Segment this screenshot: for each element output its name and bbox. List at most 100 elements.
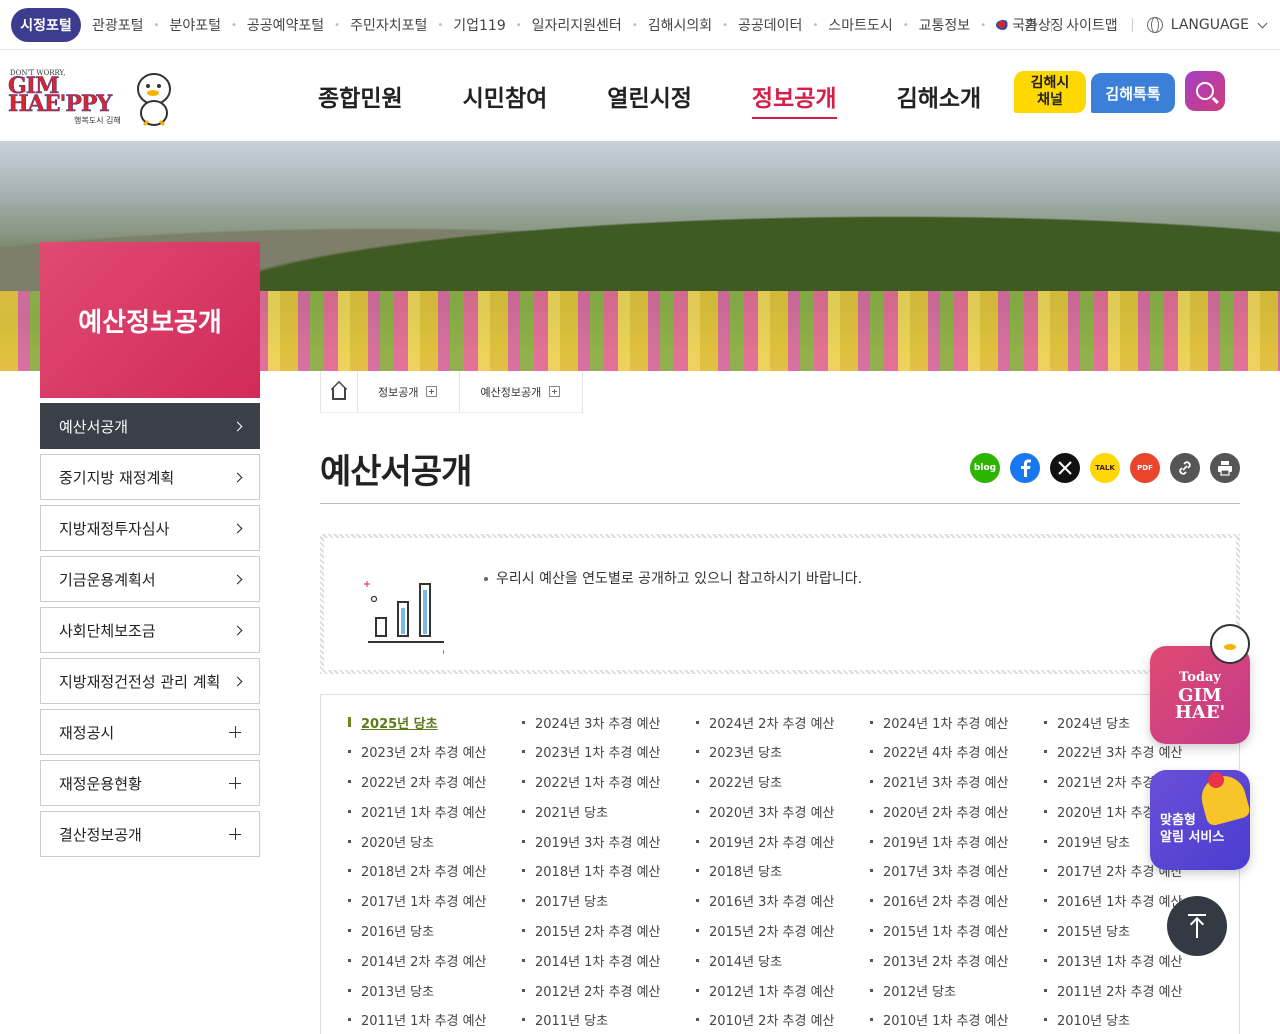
portal-link[interactable]: 관광포털 bbox=[92, 15, 144, 35]
nav-item-open-administration[interactable]: 열린시정 bbox=[607, 79, 692, 113]
portal-links: 관광포털 • 분야포털 • 공공예약포털 • 주민자치포털 • 기업119 • 일자리지원센터 • 김해… bbox=[92, 0, 1064, 50]
budget-link[interactable]: 2019년 3차 추경 예산 bbox=[522, 832, 696, 851]
budget-link[interactable]: 2011년 1차 추경 예산 bbox=[348, 1011, 522, 1029]
nav-item-participation[interactable]: 시민참여 bbox=[463, 79, 548, 113]
budget-link[interactable]: 2020년 3차 추경 예산 bbox=[696, 802, 870, 821]
side-menu-item[interactable]: 기금운용계획서 bbox=[40, 556, 260, 602]
portal-link[interactable]: 분야포털 bbox=[169, 15, 221, 35]
portal-link[interactable]: 일자리지원센터 bbox=[532, 15, 622, 35]
home-link[interactable]: 홈 bbox=[1024, 15, 1037, 35]
budget-link[interactable]: 2016년 2차 추경 예산 bbox=[870, 892, 1044, 910]
budget-link[interactable]: 2012년 당초 bbox=[870, 981, 1044, 1000]
budget-link[interactable]: 2025년 당초 bbox=[348, 713, 522, 732]
divider bbox=[320, 503, 1240, 504]
budget-link[interactable]: 2010년 당초 bbox=[1044, 1011, 1218, 1029]
budget-link[interactable]: 2015년 2차 추경 예산 bbox=[522, 922, 696, 940]
budget-link[interactable]: 2024년 3차 추경 예산 bbox=[522, 713, 696, 732]
budget-link[interactable]: 2019년 2차 추경 예산 bbox=[696, 832, 870, 851]
nav-item-about-gimhae[interactable]: 김해소개 bbox=[897, 79, 982, 113]
budget-link[interactable]: 2023년 1차 추경 예산 bbox=[522, 743, 696, 761]
printer-icon bbox=[1218, 461, 1232, 476]
budget-link[interactable]: 2022년 4차 추경 예산 bbox=[870, 743, 1044, 761]
budget-link[interactable]: 2011년 2차 추경 예산 bbox=[1044, 981, 1218, 1000]
share-buttons: blog TALK PDF bbox=[970, 453, 1250, 483]
custom-alert-service-button[interactable]: 맞춤형 알림 서비스 bbox=[1150, 770, 1252, 870]
budget-link[interactable]: 2015년 1차 추경 예산 bbox=[870, 922, 1044, 940]
scroll-to-top-button[interactable] bbox=[1167, 896, 1227, 956]
budget-link[interactable]: 2023년 2차 추경 예산 bbox=[348, 743, 522, 761]
gimhae-logo[interactable]: DON'T WORRY, GIM HAE'PPY 행복도시 김해 bbox=[8, 69, 178, 129]
side-menu-item[interactable]: 재정운용현황 bbox=[40, 760, 260, 806]
budget-link[interactable]: 2023년 당초 bbox=[696, 743, 870, 761]
side-menu-label: 지방재정건전성 관리 계획 bbox=[59, 672, 221, 691]
portal-link[interactable]: 기업119 bbox=[453, 15, 505, 35]
budget-link[interactable]: 2021년 당초 bbox=[522, 802, 696, 821]
budget-link[interactable]: 2013년 당초 bbox=[348, 981, 522, 1000]
nav-item-civil-service[interactable]: 종합민원 bbox=[318, 79, 403, 113]
budget-link[interactable]: 2016년 당초 bbox=[348, 922, 522, 940]
sitemap-link[interactable]: 사이트맵 bbox=[1066, 15, 1118, 35]
budget-link[interactable]: 2012년 1차 추경 예산 bbox=[696, 981, 870, 1000]
side-menu-item[interactable]: 사회단체보조금 bbox=[40, 607, 260, 653]
budget-link[interactable]: 2017년 3차 추경 예산 bbox=[870, 862, 1044, 880]
budget-link[interactable]: 2018년 당초 bbox=[696, 862, 870, 880]
budget-link[interactable]: 2022년 당초 bbox=[696, 773, 870, 791]
copy-link-button[interactable] bbox=[1170, 453, 1200, 483]
breadcrumb-item[interactable]: 예산정보공개 bbox=[460, 370, 584, 413]
side-menu-item[interactable]: 결산정보공개 bbox=[40, 811, 260, 857]
budget-link[interactable]: 2012년 2차 추경 예산 bbox=[522, 981, 696, 1000]
bar-chart-icon bbox=[364, 581, 444, 655]
budget-link[interactable]: 2014년 2차 추경 예산 bbox=[348, 951, 522, 970]
budget-link[interactable]: 2021년 1차 추경 예산 bbox=[348, 802, 522, 821]
pdf-download-button[interactable]: PDF bbox=[1130, 453, 1160, 483]
nav-item-information-disclosure[interactable]: 정보공개 bbox=[751, 79, 837, 119]
budget-link[interactable]: 2010년 2차 추경 예산 bbox=[696, 1011, 870, 1029]
portal-link[interactable]: 스마트도시 bbox=[828, 15, 892, 35]
budget-link[interactable]: 2022년 2차 추경 예산 bbox=[348, 773, 522, 791]
side-menu-item[interactable]: 지방재정건전성 관리 계획 bbox=[40, 658, 260, 704]
budget-link[interactable]: 2011년 당초 bbox=[522, 1011, 696, 1029]
side-menu-item[interactable]: 재정공시 bbox=[40, 709, 260, 755]
portal-link[interactable]: 주민자치포털 bbox=[350, 15, 427, 35]
budget-link[interactable]: 2018년 2차 추경 예산 bbox=[348, 862, 522, 880]
budget-link[interactable]: 2017년 당초 bbox=[522, 892, 696, 910]
side-menu-item[interactable]: 중기지방 재정계획 bbox=[40, 454, 260, 500]
gimhae-talk-button[interactable]: 김해톡톡 bbox=[1091, 73, 1175, 113]
budget-link[interactable]: 2021년 3차 추경 예산 bbox=[870, 773, 1044, 791]
budget-link[interactable]: 2024년 2차 추경 예산 bbox=[696, 713, 870, 732]
side-menu-item[interactable]: 지방재정투자심사 bbox=[40, 505, 260, 551]
budget-link[interactable]: 2017년 1차 추경 예산 bbox=[348, 892, 522, 910]
budget-link[interactable]: 2022년 3차 추경 예산 bbox=[1044, 743, 1218, 761]
portal-link[interactable]: 공공예약포털 bbox=[247, 15, 324, 35]
side-menu-label: 중기지방 재정계획 bbox=[59, 468, 175, 487]
portal-link[interactable]: 공공데이터 bbox=[738, 15, 802, 35]
budget-link[interactable]: 2010년 1차 추경 예산 bbox=[870, 1011, 1044, 1029]
budget-link[interactable]: 2014년 당초 bbox=[696, 951, 870, 970]
facebook-share-button[interactable] bbox=[1010, 453, 1040, 483]
side-menu-item[interactable]: 예산서공개 bbox=[40, 403, 260, 449]
portal-link[interactable]: 김해시의회 bbox=[648, 15, 712, 35]
budget-link[interactable]: 2020년 2차 추경 예산 bbox=[870, 802, 1044, 821]
budget-link[interactable]: 2022년 1차 추경 예산 bbox=[522, 773, 696, 791]
budget-link[interactable]: 2015년 2차 추경 예산 bbox=[696, 922, 870, 940]
print-button[interactable] bbox=[1210, 453, 1240, 483]
link-separator: • bbox=[812, 19, 819, 31]
budget-link[interactable]: 2014년 1차 추경 예산 bbox=[522, 951, 696, 970]
breadcrumb-item[interactable]: 정보공개 bbox=[358, 370, 461, 413]
breadcrumb-home[interactable] bbox=[320, 370, 358, 413]
budget-link[interactable]: 2019년 1차 추경 예산 bbox=[870, 832, 1044, 851]
city-portal-button[interactable]: 시정포털 bbox=[11, 8, 81, 42]
kakao-share-button[interactable]: TALK bbox=[1090, 453, 1120, 483]
budget-link[interactable]: 2024년 1차 추경 예산 bbox=[870, 713, 1044, 732]
search-button[interactable] bbox=[1185, 71, 1225, 111]
blog-share-button[interactable]: blog bbox=[970, 453, 1000, 483]
link-separator: • bbox=[437, 19, 444, 31]
budget-link[interactable]: 2018년 1차 추경 예산 bbox=[522, 862, 696, 880]
budget-link[interactable]: 2020년 당초 bbox=[348, 832, 522, 851]
budget-link[interactable]: 2016년 3차 추경 예산 bbox=[696, 892, 870, 910]
budget-link[interactable]: 2013년 2차 추경 예산 bbox=[870, 951, 1044, 970]
language-selector[interactable]: LANGUAGE bbox=[1171, 17, 1249, 33]
city-channel-button[interactable]: 김해시 채널 bbox=[1014, 71, 1086, 113]
portal-link[interactable]: 교통정보 bbox=[919, 15, 971, 35]
x-share-button[interactable] bbox=[1050, 453, 1080, 483]
